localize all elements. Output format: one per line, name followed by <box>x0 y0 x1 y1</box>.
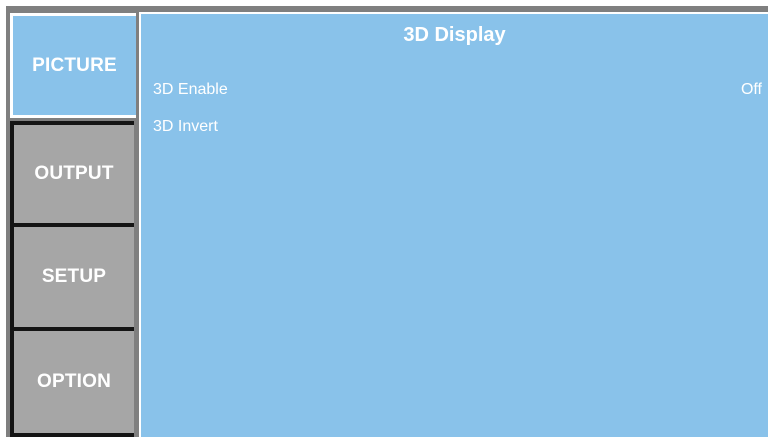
tab-output-label: OUTPUT <box>34 163 114 184</box>
tab-output[interactable]: OUTPUT <box>10 121 134 223</box>
menu-item-3d-enable[interactable]: 3D Enable Off <box>153 79 762 101</box>
tab-picture-label: PICTURE <box>32 54 117 76</box>
tab-option-label: OPTION <box>36 371 112 392</box>
menu-item-3d-invert-label: 3D Invert <box>153 118 218 135</box>
panel-title: 3D Display <box>403 24 506 46</box>
tab-picture[interactable]: PICTURE <box>10 13 136 118</box>
menu-item-3d-enable-label: 3D Enable <box>153 81 228 98</box>
settings-panel: 3D Display 3D Enable Off 3D Invert <box>139 12 768 437</box>
tab-option[interactable]: OPTION <box>10 327 134 437</box>
menu-item-3d-invert[interactable]: 3D Invert <box>153 116 762 138</box>
tab-setup-label: SETUP <box>41 266 107 287</box>
menu-item-3d-enable-value: Off <box>740 81 762 98</box>
tab-setup[interactable]: SETUP <box>10 223 134 327</box>
